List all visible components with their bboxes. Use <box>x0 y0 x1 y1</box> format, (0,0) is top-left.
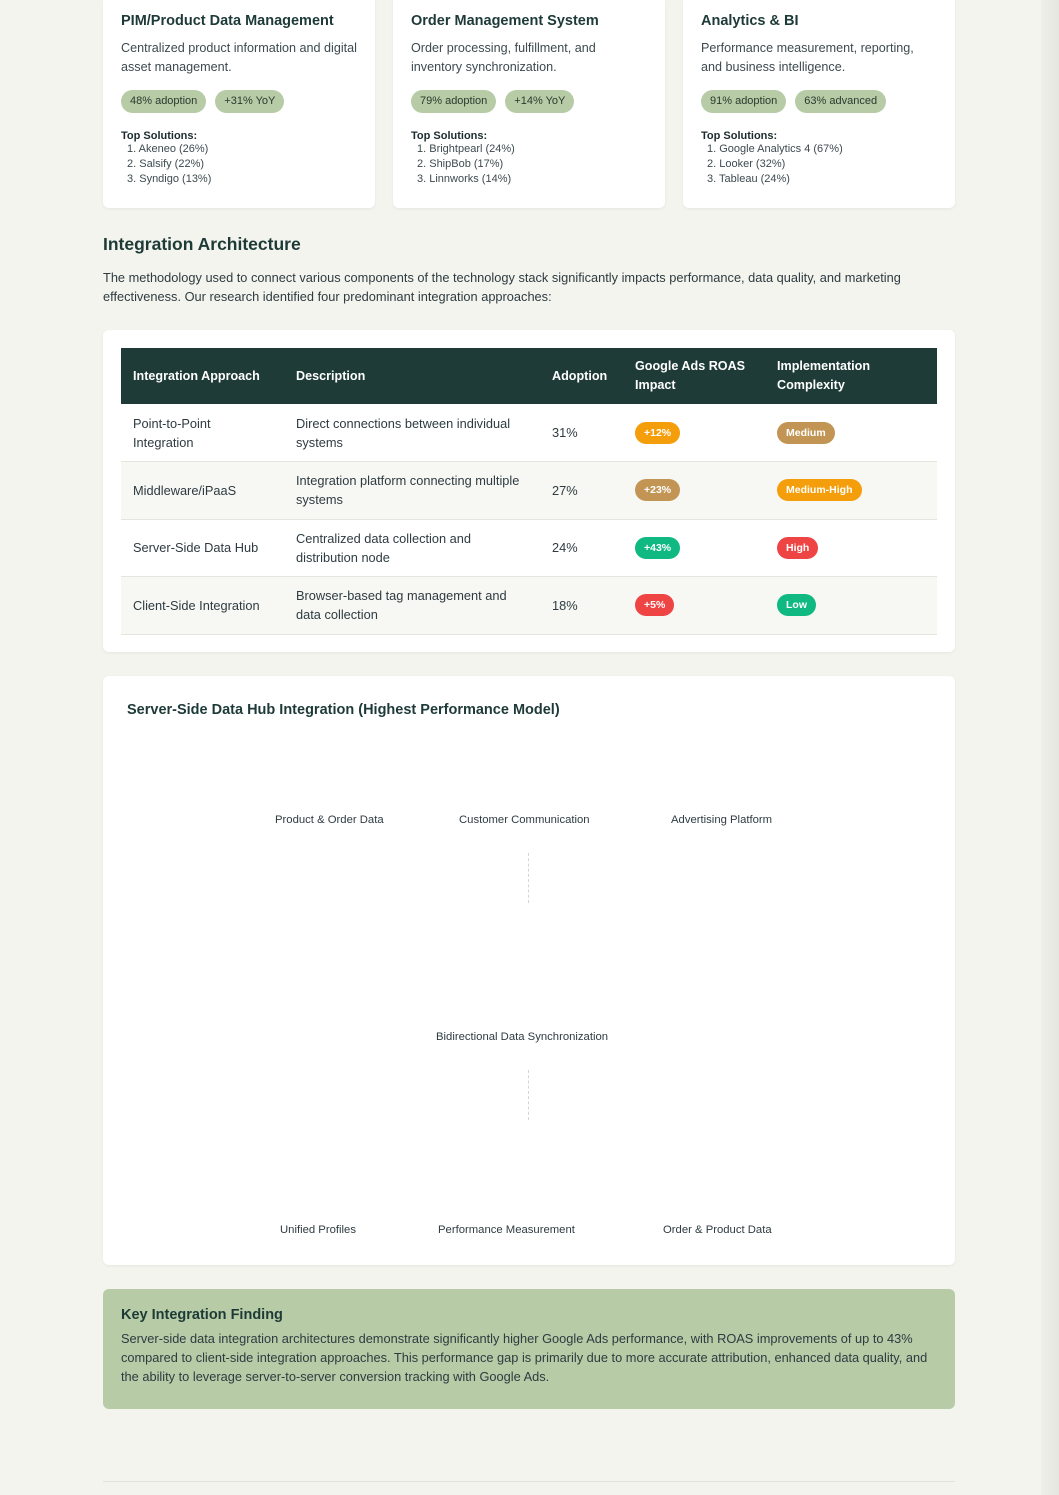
complexity-badge: Low <box>777 594 816 617</box>
adoption-cell: 24% <box>540 519 623 577</box>
roas-badge: +23% <box>635 479 681 502</box>
category-cards: PIM/Product Data Management Centralized … <box>103 0 955 208</box>
page-scrollbar[interactable] <box>1041 0 1059 1495</box>
solution-item: 1. Akeneo (26%) <box>127 143 209 155</box>
adoption-pill: 91% adoption <box>701 90 787 113</box>
solutions-list: 1. Akeneo (26%) 2. Salsify (22%) 3. Synd… <box>121 142 357 187</box>
diagram-title: Server-Side Data Hub Integration (Highes… <box>127 702 560 718</box>
table-row: Server-Side Data Hub Centralized data co… <box>121 519 937 577</box>
diagram-node-label: Order & Product Data <box>663 1224 772 1236</box>
solution-item: 2. Looker (32%) <box>707 158 786 170</box>
connector-line <box>528 1070 529 1120</box>
adoption-pill: 48% adoption <box>121 90 207 113</box>
card-description: Centralized product information and digi… <box>121 41 357 74</box>
key-finding-callout: Key Integration Finding Server-side data… <box>103 1289 955 1409</box>
roas-badge: +12% <box>635 421 681 444</box>
card-description: Order processing, fulfillment, and inven… <box>411 41 596 74</box>
table-row: Point-to-Point Integration Direct connec… <box>121 404 937 462</box>
complexity-badge: High <box>777 536 819 559</box>
data-hub-diagram: Server-Side Data Hub Integration (Highes… <box>103 676 955 1265</box>
table-row: Client-Side Integration Browser-based ta… <box>121 576 937 635</box>
approach-cell: Client-Side Integration <box>121 576 284 635</box>
column-header: Integration Approach <box>133 368 260 383</box>
adoption-pill: 79% adoption <box>411 90 497 113</box>
connector-line <box>528 853 529 903</box>
category-card-oms: Order Management System Order processing… <box>393 0 665 208</box>
solution-item: 3. Tableau (24%) <box>707 173 790 185</box>
diagram-node-label: Performance Measurement <box>438 1224 575 1236</box>
finding-text: Server-side data integration architectur… <box>121 1331 928 1384</box>
advanced-pill: 63% advanced <box>795 90 887 113</box>
adoption-cell: 31% <box>540 404 623 462</box>
approach-cell: Point-to-Point Integration <box>121 404 284 462</box>
roas-badge: +5% <box>635 594 675 617</box>
column-header: Adoption <box>552 368 608 383</box>
category-card-analytics: Analytics & BI Performance measurement, … <box>683 0 955 208</box>
integration-table-panel: Integration Approach Description Adoptio… <box>103 330 955 652</box>
description-cell: Browser-based tag management and data co… <box>284 576 540 635</box>
diagram-hub-label: Bidirectional Data Synchronization <box>436 1031 609 1043</box>
solution-item: 1. Brightpearl (24%) <box>417 143 515 155</box>
adoption-cell: 18% <box>540 576 623 635</box>
approach-cell: Server-Side Data Hub <box>121 519 284 577</box>
card-title: PIM/Product Data Management <box>121 13 334 29</box>
integration-table: Integration Approach Description Adoptio… <box>121 348 937 635</box>
divider <box>103 1481 955 1482</box>
approach-cell: Middleware/iPaaS <box>121 461 284 520</box>
solution-item: 2. Salsify (22%) <box>127 158 205 170</box>
solution-item: 3. Linnworks (14%) <box>417 173 512 185</box>
table-row: Middleware/iPaaS Integration platform co… <box>121 461 937 520</box>
diagram-node-label: Product & Order Data <box>275 814 384 826</box>
diagram-node-label: Unified Profiles <box>280 1224 356 1236</box>
solution-item: 3. Syndigo (13%) <box>127 173 212 185</box>
column-header: Implementation Complexity <box>777 359 871 392</box>
column-header: Description <box>296 368 366 383</box>
solutions-list: 1. Google Analytics 4 (67%) 2. Looker (3… <box>701 142 937 187</box>
table-header-row: Integration Approach Description Adoptio… <box>121 348 937 404</box>
growth-pill: +14% YoY <box>505 90 575 113</box>
growth-pill: +31% YoY <box>215 90 285 113</box>
description-cell: Direct connections between individual sy… <box>284 404 540 462</box>
diagram-node-label: Customer Communication <box>459 814 590 826</box>
solutions-list: 1. Brightpearl (24%) 2. ShipBob (17%) 3.… <box>411 142 647 187</box>
solutions-title: Top Solutions: <box>121 130 198 142</box>
roas-badge: +43% <box>635 536 681 559</box>
report-content: PIM/Product Data Management Centralized … <box>103 0 955 1482</box>
description-cell: Integration platform connecting multiple… <box>284 461 540 520</box>
card-title: Order Management System <box>411 13 599 29</box>
solution-item: 2. ShipBob (17%) <box>417 158 504 170</box>
section-title: Integration Architecture <box>103 234 301 254</box>
section-intro: The methodology used to connect various … <box>103 270 901 304</box>
description-cell: Centralized data collection and distribu… <box>284 519 540 577</box>
diagram-node-label: Advertising Platform <box>671 814 773 826</box>
solutions-title: Top Solutions: <box>701 130 778 142</box>
complexity-badge: Medium <box>777 421 835 444</box>
finding-title: Key Integration Finding <box>121 1307 283 1323</box>
solutions-title: Top Solutions: <box>411 130 488 142</box>
complexity-badge: Medium-High <box>777 479 862 502</box>
card-description: Performance measurement, reporting, and … <box>701 41 914 74</box>
category-card-pim: PIM/Product Data Management Centralized … <box>103 0 375 208</box>
card-title: Analytics & BI <box>701 13 799 29</box>
adoption-cell: 27% <box>540 461 623 520</box>
solution-item: 1. Google Analytics 4 (67%) <box>707 143 843 155</box>
column-header: Google Ads ROAS Impact <box>635 359 746 392</box>
